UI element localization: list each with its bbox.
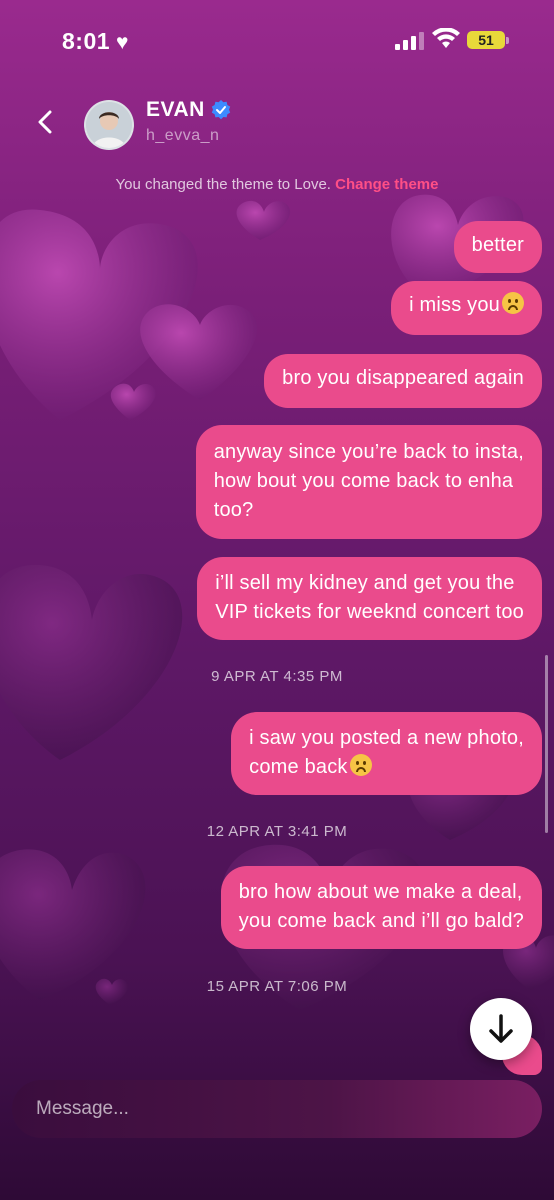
message-text: come back: [249, 756, 348, 778]
frowning-face-icon: [349, 754, 372, 776]
status-time-text: 8:01: [62, 28, 111, 54]
verified-badge-icon: [211, 100, 230, 120]
message-text: better: [471, 234, 524, 256]
heart-icon: ♥: [116, 31, 130, 54]
message-line: bro how about we make a deal,: [238, 881, 523, 903]
message-line: i saw you posted a new photo,: [249, 727, 524, 749]
battery-tip: [506, 37, 509, 44]
scroll-to-bottom-button[interactable]: [470, 998, 532, 1060]
change-theme-link[interactable]: Change theme: [335, 176, 438, 193]
message-line: how bout you come back to enha: [213, 470, 514, 492]
message-line: you come back and i’ll go bald?: [238, 910, 524, 932]
message-line: i’ll sell my kidney and get you the: [215, 572, 515, 594]
battery-icon: 51: [467, 31, 505, 49]
avatar-photo: [86, 102, 132, 148]
message-line-with-emoji: come back: [249, 753, 524, 782]
message-bubble[interactable]: i saw you posted a new photo, come back: [231, 712, 542, 795]
message-bubble[interactable]: bro how about we make a deal, you come b…: [220, 866, 542, 949]
message-timestamp: 15 APR AT 7:06 PM: [206, 978, 348, 995]
message-bubble[interactable]: i’ll sell my kidney and get you the VIP …: [197, 557, 542, 640]
arrow-down-icon: [489, 1014, 513, 1043]
message-bubble[interactable]: i miss you: [391, 281, 542, 335]
theme-change-notice: You changed the theme to Love. Change th…: [0, 176, 554, 193]
message-text: bro you disappeared again: [282, 367, 524, 389]
message-bubble[interactable]: bro you disappeared again: [264, 354, 542, 408]
cellular-signal-icon: [395, 32, 424, 50]
message-line: too?: [213, 499, 254, 521]
contact-name[interactable]: EVAN: [146, 98, 231, 122]
message-timestamp: 12 APR AT 3:41 PM: [206, 823, 348, 840]
scrollbar[interactable]: [545, 655, 548, 833]
frowning-face-icon: [502, 292, 524, 314]
message-input[interactable]: Message...: [36, 1080, 129, 1138]
message-line: anyway since you’re back to insta,: [213, 441, 524, 463]
back-arrow-icon[interactable]: [32, 108, 60, 136]
status-time: 8:01 ♥: [62, 28, 129, 55]
contact-name-text: EVAN: [146, 98, 205, 121]
theme-note-text: You changed the theme to Love.: [115, 176, 331, 193]
battery-level: 51: [478, 32, 494, 48]
message-line: VIP tickets for weeknd concert too: [215, 601, 524, 623]
contact-handle: h_evva_n: [146, 127, 220, 144]
message-bubble[interactable]: better: [453, 221, 542, 273]
wifi-icon: [432, 28, 460, 48]
message-composer[interactable]: Message...: [12, 1080, 542, 1138]
avatar[interactable]: [84, 100, 134, 150]
chat-header: EVAN h_evva_n: [0, 96, 554, 156]
message-text: i miss you: [409, 294, 500, 316]
message-timestamp: 9 APR AT 4:35 PM: [211, 668, 343, 685]
message-bubble[interactable]: anyway since you’re back to insta, how b…: [195, 425, 542, 539]
status-bar: 8:01 ♥ 51: [0, 0, 554, 86]
